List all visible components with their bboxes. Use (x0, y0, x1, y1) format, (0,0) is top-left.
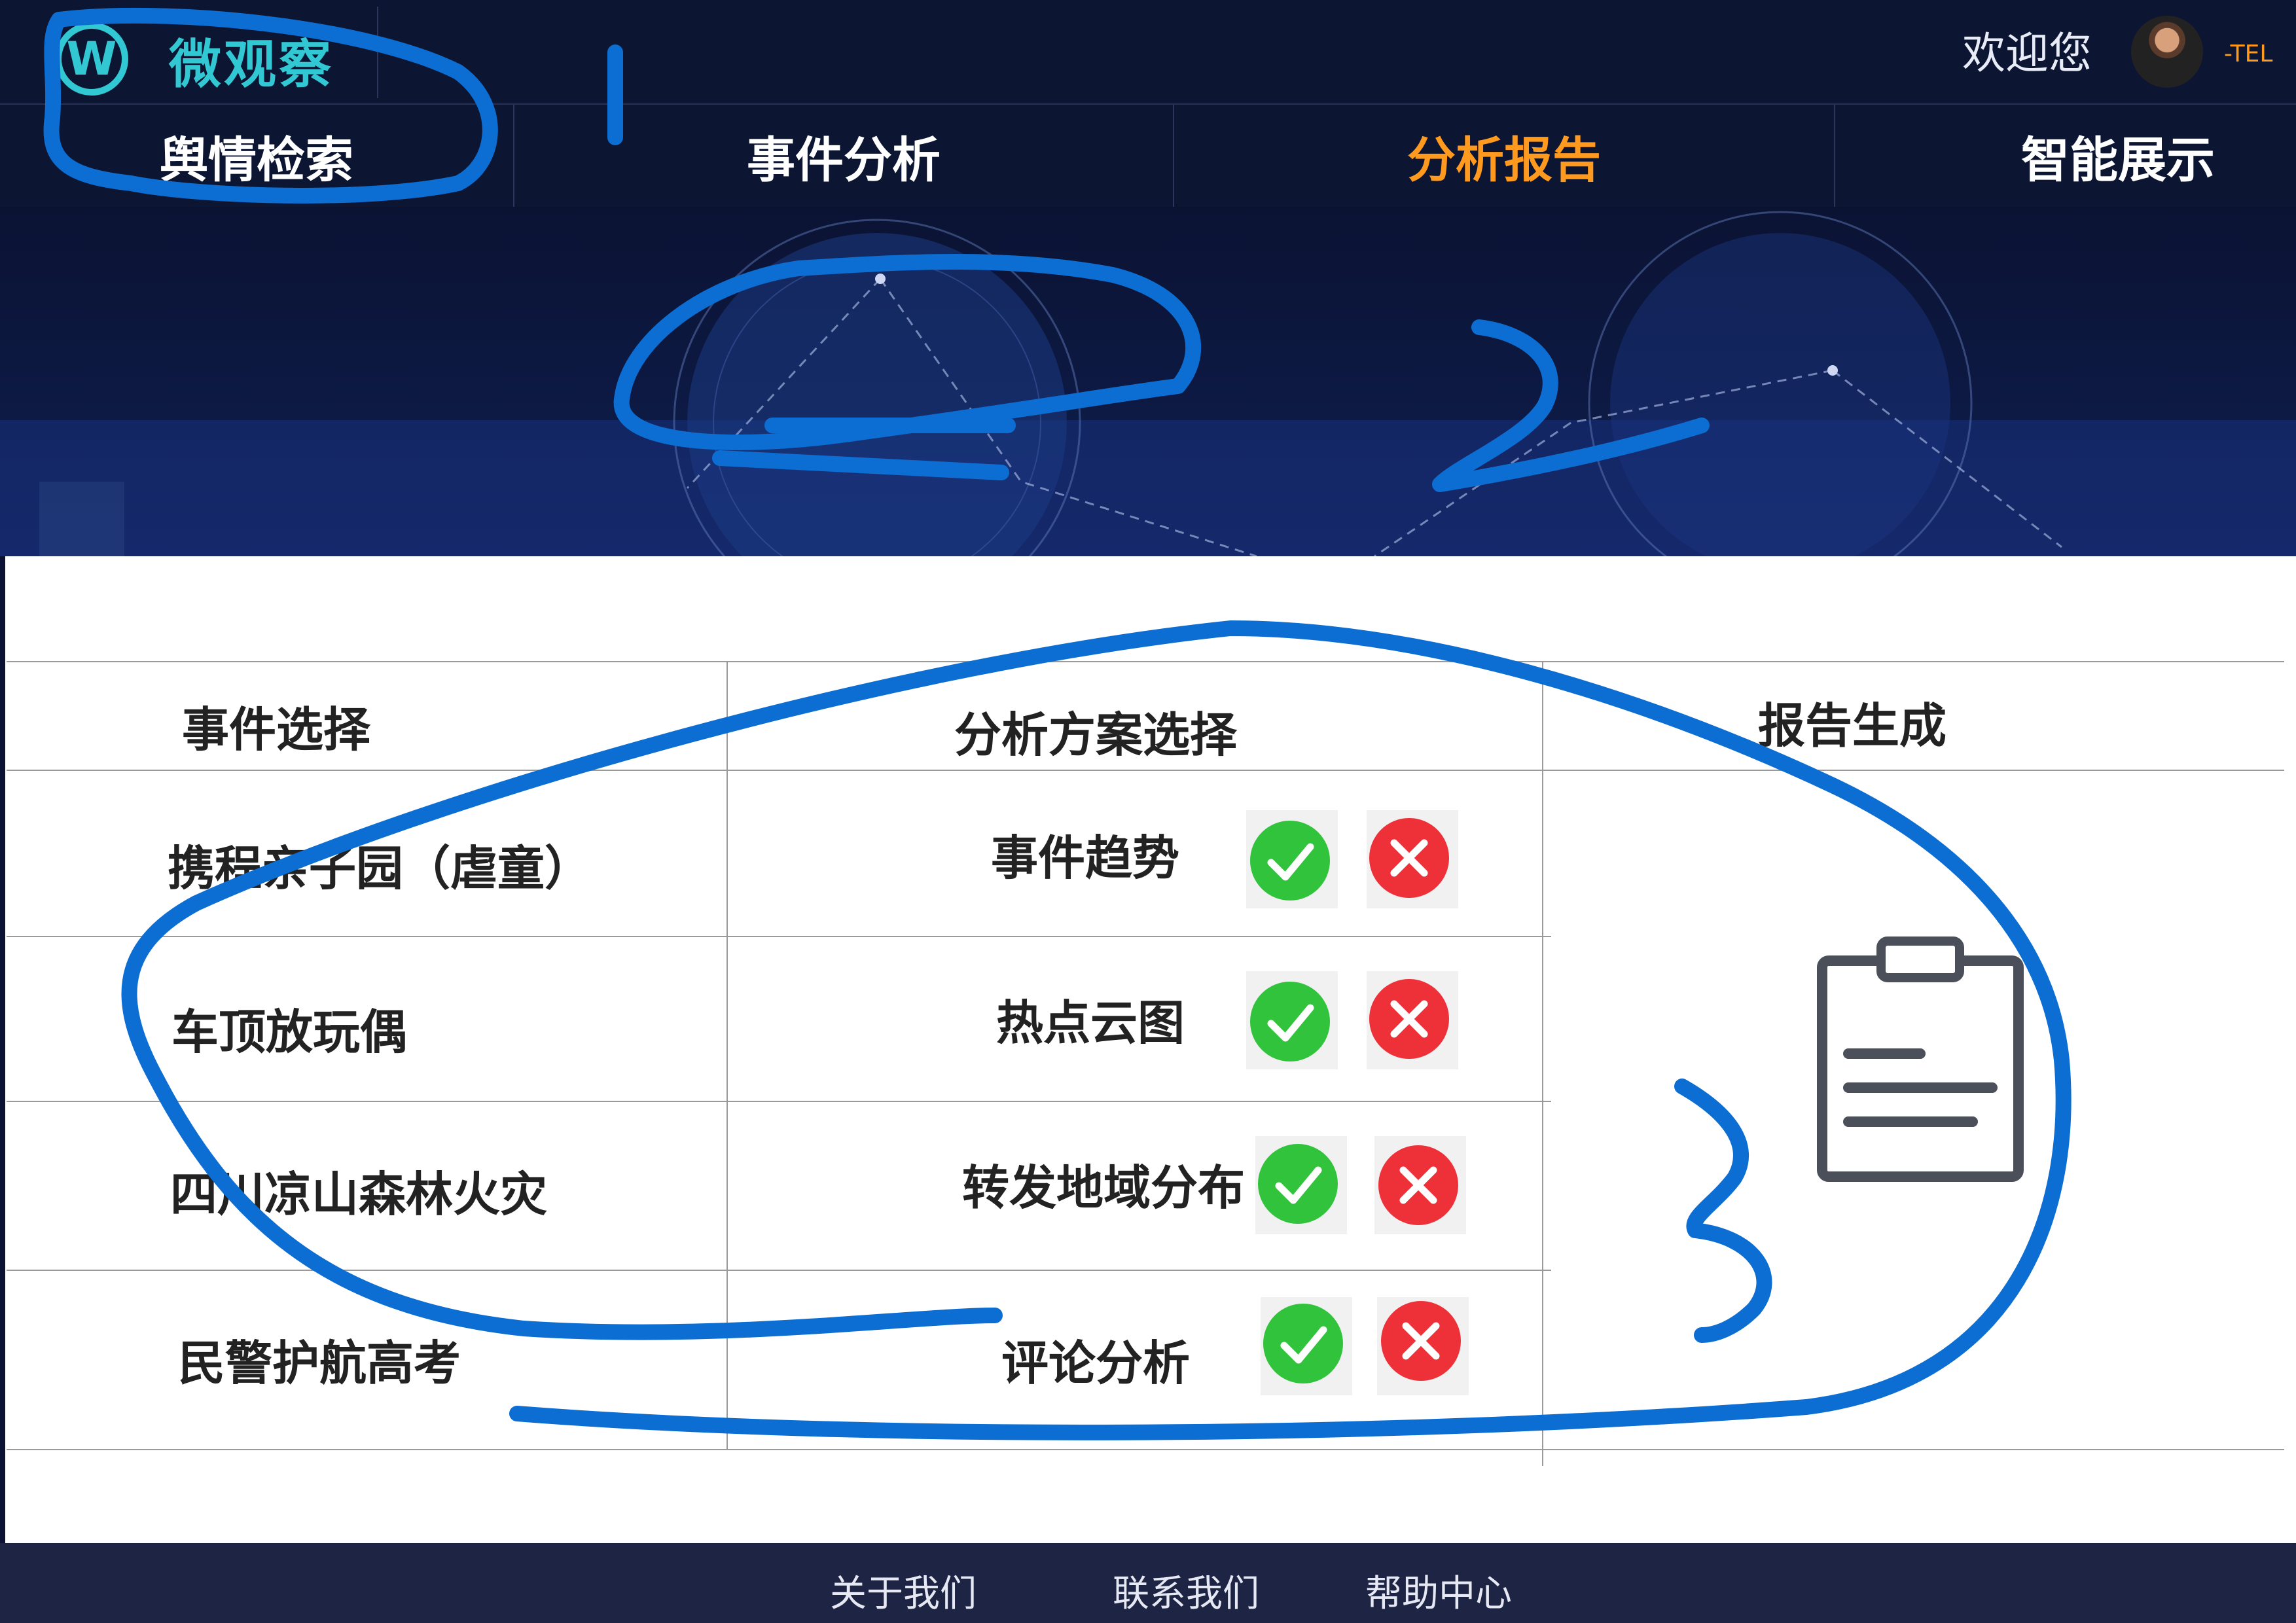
annotation-loop-2 (613, 254, 1202, 450)
hand-drawn-annotations (43, 7, 2072, 1440)
annotation-number-3 (1674, 1079, 1772, 1343)
annotation-stroke (712, 450, 1009, 480)
annotation-circle-1 (43, 7, 498, 204)
annotation-number-2 (1432, 319, 1710, 492)
annotation-ellipse-3 (121, 620, 2072, 1440)
